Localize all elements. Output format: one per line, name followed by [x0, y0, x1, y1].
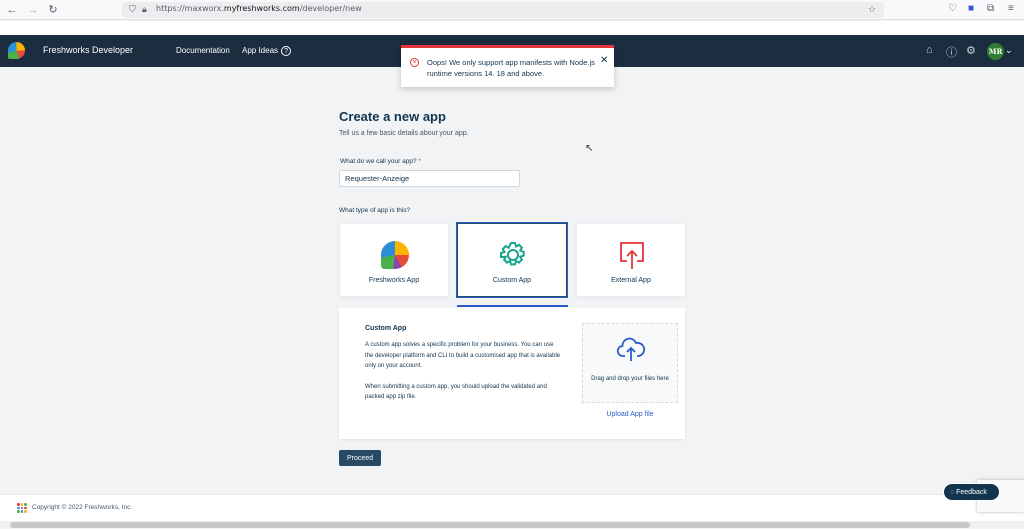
app-name-label-text: What do we call your app? [340, 158, 417, 165]
app-name-input[interactable] [339, 170, 520, 187]
app-type-freshworks[interactable]: Freshworks App [339, 223, 449, 297]
menu-icon[interactable]: ≡ [1008, 3, 1014, 14]
reload-icon[interactable]: ↻ [46, 3, 60, 17]
address-bar[interactable]: ⛉ 🔒︎ https://maxworx.myfreshworks.com/de… [122, 2, 884, 18]
copyright-text: Copyright © 2022 Freshworks, Inc. [32, 504, 133, 511]
proceed-button[interactable]: Proceed [339, 450, 381, 466]
app-type-label-custom: Custom App [492, 277, 532, 284]
forward-icon[interactable]: → [26, 3, 40, 17]
browser-toolbar: ← → ↻ ⛉ 🔒︎ https://maxworx.myfreshworks.… [0, 0, 1024, 20]
page-title: Create a new app [339, 109, 446, 124]
chevron-down-icon[interactable]: ⌄ [1005, 45, 1013, 56]
freshworks-dots-icon [17, 503, 27, 513]
extension-icon[interactable]: ■ [968, 3, 974, 14]
freshworks-logo-icon [381, 241, 409, 269]
page-footer: Copyright © 2022 Freshworks, Inc. [0, 494, 1024, 521]
pocket-icon[interactable]: ♡ [948, 3, 957, 14]
settings-gear-icon[interactable]: ⚙ [966, 44, 976, 57]
error-icon: × [410, 58, 419, 67]
home-icon[interactable]: ⌂ [926, 44, 933, 56]
upload-external-icon [620, 242, 644, 269]
details-paragraph: A custom app solves a specific problem f… [365, 342, 561, 369]
close-icon[interactable]: ✕ [600, 55, 608, 66]
app-type-external[interactable]: External App [576, 223, 686, 297]
help-icon[interactable]: ⓘ [946, 44, 957, 60]
app-type-details: Custom App A custom app solves a specifi… [339, 308, 685, 439]
brand-title[interactable]: Freshworks Developer [43, 45, 133, 55]
app-type-custom[interactable]: Custom App [457, 223, 567, 297]
cloud-upload-icon [616, 337, 646, 361]
app-type-label: What type of app is this? [339, 207, 411, 214]
app-type-label-external: External App [611, 277, 651, 284]
url-text[interactable]: https://maxworx.myfreshworks.com/develop… [156, 4, 362, 13]
dropzone-text: Drag and drop your files here [591, 376, 669, 382]
freshworks-logo-icon[interactable] [8, 42, 25, 59]
details-description: A custom app solves a specific problem f… [365, 340, 561, 403]
bookmark-star-icon[interactable]: ☆ [868, 4, 876, 15]
shield-icon[interactable]: ⛉ [129, 4, 136, 15]
feedback-label: Feedback [956, 489, 987, 496]
file-dropzone[interactable]: Drag and drop your files here [582, 323, 678, 403]
mouse-cursor-icon: ↖ [585, 143, 594, 154]
selected-indicator [457, 305, 568, 307]
avatar[interactable]: MR [987, 43, 1004, 60]
app-name-label: What do we call your app? * [340, 158, 421, 165]
nav-documentation[interactable]: Documentation [176, 46, 230, 55]
error-toast: × Oops! We only support app manifests wi… [401, 45, 614, 87]
page-subtitle: Tell us a few basic details about your a… [339, 130, 469, 137]
toast-message: Oops! We only support app manifests with… [427, 58, 595, 78]
app-type-label-freshworks: Freshworks App [368, 277, 420, 284]
horizontal-scrollbar[interactable] [0, 521, 1024, 529]
help-icon: ? [281, 46, 292, 56]
details-title: Custom App [365, 325, 407, 332]
details-paragraph: When submitting a custom app, you should… [365, 383, 547, 401]
lock-icon[interactable]: 🔒︎ [142, 4, 147, 15]
gear-icon [500, 242, 525, 266]
chat-icon: ◌ [950, 489, 955, 496]
bookmarks-bar [0, 21, 1024, 35]
nav-app-ideas[interactable]: App Ideas? [242, 46, 292, 56]
upload-app-file-link[interactable]: Upload App file [582, 411, 678, 418]
required-marker: * [418, 158, 421, 165]
feedback-button[interactable]: ◌ Feedback [943, 483, 1000, 501]
scroll-thumb[interactable] [10, 522, 970, 528]
extensions-icon[interactable]: ⧉ [987, 3, 994, 14]
back-icon[interactable]: ← [5, 3, 19, 17]
nav-app-ideas-label: App Ideas [242, 46, 279, 55]
